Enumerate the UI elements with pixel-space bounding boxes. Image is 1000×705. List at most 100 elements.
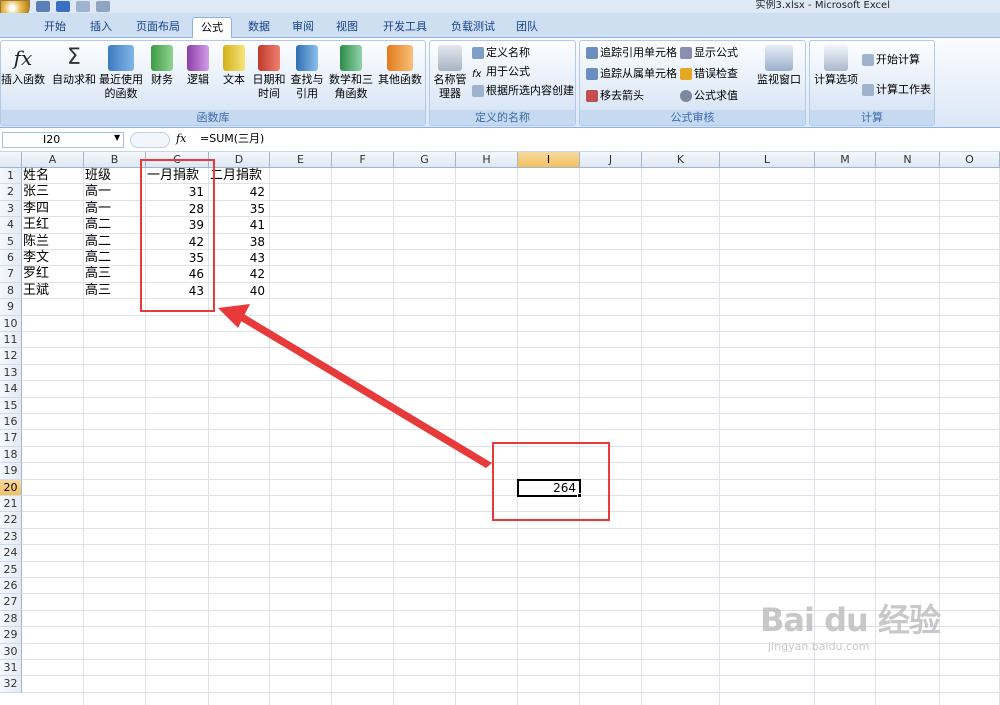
- row-header-5[interactable]: 5: [0, 233, 22, 250]
- column-header-j[interactable]: J: [580, 152, 642, 168]
- text-cell[interactable]: 罗红: [23, 266, 83, 282]
- row-header-16[interactable]: 16: [0, 414, 22, 431]
- row-header-32[interactable]: 32: [0, 676, 22, 693]
- more-functions-button[interactable]: 其他函数: [377, 45, 423, 87]
- row-header-17[interactable]: 17: [0, 430, 22, 447]
- number-cell[interactable]: 42: [210, 266, 269, 282]
- number-cell[interactable]: 41: [210, 217, 269, 233]
- column-header-l[interactable]: L: [720, 152, 815, 168]
- define-name-button[interactable]: 定义名称: [472, 44, 530, 62]
- row-header-9[interactable]: 9: [0, 299, 22, 316]
- create-from-selection-button[interactable]: 根据所选内容创建: [472, 82, 574, 100]
- tab-home[interactable]: 开始: [36, 17, 74, 38]
- text-cell[interactable]: 陈兰: [23, 234, 83, 250]
- financial-button[interactable]: 财务: [147, 45, 177, 87]
- row-header-20[interactable]: 20: [0, 479, 22, 496]
- row-header-14[interactable]: 14: [0, 381, 22, 398]
- number-cell[interactable]: 40: [210, 283, 269, 299]
- header-cell[interactable]: 姓名: [23, 168, 83, 184]
- text-cell[interactable]: 李文: [23, 250, 83, 266]
- column-header-g[interactable]: G: [394, 152, 456, 168]
- trace-dependents-button[interactable]: 追踪从属单元格: [586, 65, 677, 83]
- column-header-n[interactable]: N: [876, 152, 940, 168]
- column-header-h[interactable]: H: [456, 152, 518, 168]
- date-time-button[interactable]: 日期和时间: [251, 45, 287, 101]
- text-cell[interactable]: 高一: [85, 201, 145, 217]
- text-cell[interactable]: 高一: [85, 184, 145, 200]
- math-trig-button[interactable]: 数学和三角函数: [327, 45, 375, 101]
- tab-formulas[interactable]: 公式: [192, 17, 232, 38]
- text-cell[interactable]: 高二: [85, 234, 145, 250]
- row-header-8[interactable]: 8: [0, 282, 22, 300]
- evaluate-formula-button[interactable]: 公式求值: [680, 87, 738, 105]
- row-header-22[interactable]: 22: [0, 512, 22, 529]
- text-cell[interactable]: 高二: [85, 250, 145, 266]
- row-header-28[interactable]: 28: [0, 610, 22, 628]
- row-header-18[interactable]: 18: [0, 446, 22, 464]
- row-header-11[interactable]: 11: [0, 332, 22, 349]
- text-cell[interactable]: 高二: [85, 217, 145, 233]
- use-in-formula-button[interactable]: fx 用于公式: [472, 63, 530, 81]
- row-header-3[interactable]: 3: [0, 200, 22, 218]
- remove-arrows-button[interactable]: 移去箭头: [586, 87, 644, 105]
- column-header-i[interactable]: I: [518, 152, 580, 168]
- text-cell[interactable]: 李四: [23, 201, 83, 217]
- calculate-now-button[interactable]: 开始计算: [862, 51, 920, 69]
- recent-functions-button[interactable]: 最近使用的函数: [97, 45, 145, 101]
- number-cell[interactable]: 38: [210, 234, 269, 250]
- row-header-13[interactable]: 13: [0, 364, 22, 382]
- tab-view[interactable]: 视图: [328, 17, 366, 38]
- error-checking-button[interactable]: 错误检查: [680, 65, 738, 83]
- column-header-k[interactable]: K: [642, 152, 720, 168]
- row-header-19[interactable]: 19: [0, 463, 22, 480]
- text-cell[interactable]: 高三: [85, 283, 145, 299]
- row-header-30[interactable]: 30: [0, 643, 22, 660]
- text-cell[interactable]: 王斌: [23, 283, 83, 299]
- column-header-o[interactable]: O: [940, 152, 1000, 168]
- lookup-reference-button[interactable]: 查找与引用: [289, 45, 325, 101]
- row-header-24[interactable]: 24: [0, 545, 22, 562]
- autosum-button[interactable]: Σ 自动求和: [51, 45, 97, 87]
- column-header-b[interactable]: B: [84, 152, 146, 168]
- tab-developer[interactable]: 开发工具: [374, 17, 436, 38]
- insert-function-icon[interactable]: fx: [176, 132, 186, 145]
- logical-button[interactable]: 逻辑: [183, 45, 213, 87]
- name-box[interactable]: I20: [2, 132, 124, 148]
- calculation-options-button[interactable]: 计算选项: [812, 45, 860, 87]
- row-header-4[interactable]: 4: [0, 217, 22, 234]
- row-header-12[interactable]: 12: [0, 348, 22, 365]
- tab-team[interactable]: 团队: [508, 17, 546, 38]
- row-header-10[interactable]: 10: [0, 315, 22, 332]
- name-box-dropdown-icon[interactable]: ▼: [114, 133, 120, 142]
- calculate-sheet-button[interactable]: 计算工作表: [862, 81, 931, 99]
- header-cell[interactable]: 二月捐款: [210, 168, 269, 184]
- row-header-29[interactable]: 29: [0, 627, 22, 644]
- formula-input[interactable]: =SUM(三月): [200, 132, 264, 146]
- row-header-15[interactable]: 15: [0, 397, 22, 414]
- row-header-2[interactable]: 2: [0, 184, 22, 201]
- watch-window-button[interactable]: 监视窗口: [754, 45, 804, 87]
- text-button[interactable]: 文本: [219, 45, 249, 87]
- tab-review[interactable]: 审阅: [284, 17, 322, 38]
- header-cell[interactable]: 班级: [85, 168, 145, 184]
- row-header-6[interactable]: 6: [0, 250, 22, 267]
- show-formulas-button[interactable]: 显示公式: [680, 44, 738, 62]
- row-header-1[interactable]: 1: [0, 168, 22, 185]
- row-header-21[interactable]: 21: [0, 496, 22, 513]
- column-header-a[interactable]: A: [22, 152, 84, 168]
- insert-function-button[interactable]: fx 插入函数: [1, 45, 45, 87]
- tab-load-test[interactable]: 负载测试: [442, 17, 504, 38]
- column-header-d[interactable]: D: [209, 152, 270, 168]
- undo-icon[interactable]: [56, 1, 70, 12]
- row-header-23[interactable]: 23: [0, 528, 22, 546]
- column-header-f[interactable]: F: [332, 152, 394, 168]
- trace-precedents-button[interactable]: 追踪引用单元格: [586, 44, 677, 62]
- number-cell[interactable]: 42: [210, 184, 269, 200]
- column-header-e[interactable]: E: [270, 152, 332, 168]
- row-header-7[interactable]: 7: [0, 266, 22, 283]
- text-cell[interactable]: 高三: [85, 266, 145, 282]
- text-cell[interactable]: 张三: [23, 184, 83, 200]
- text-cell[interactable]: 王红: [23, 217, 83, 233]
- redo-icon[interactable]: [76, 1, 90, 12]
- tab-page-layout[interactable]: 页面布局: [128, 17, 188, 38]
